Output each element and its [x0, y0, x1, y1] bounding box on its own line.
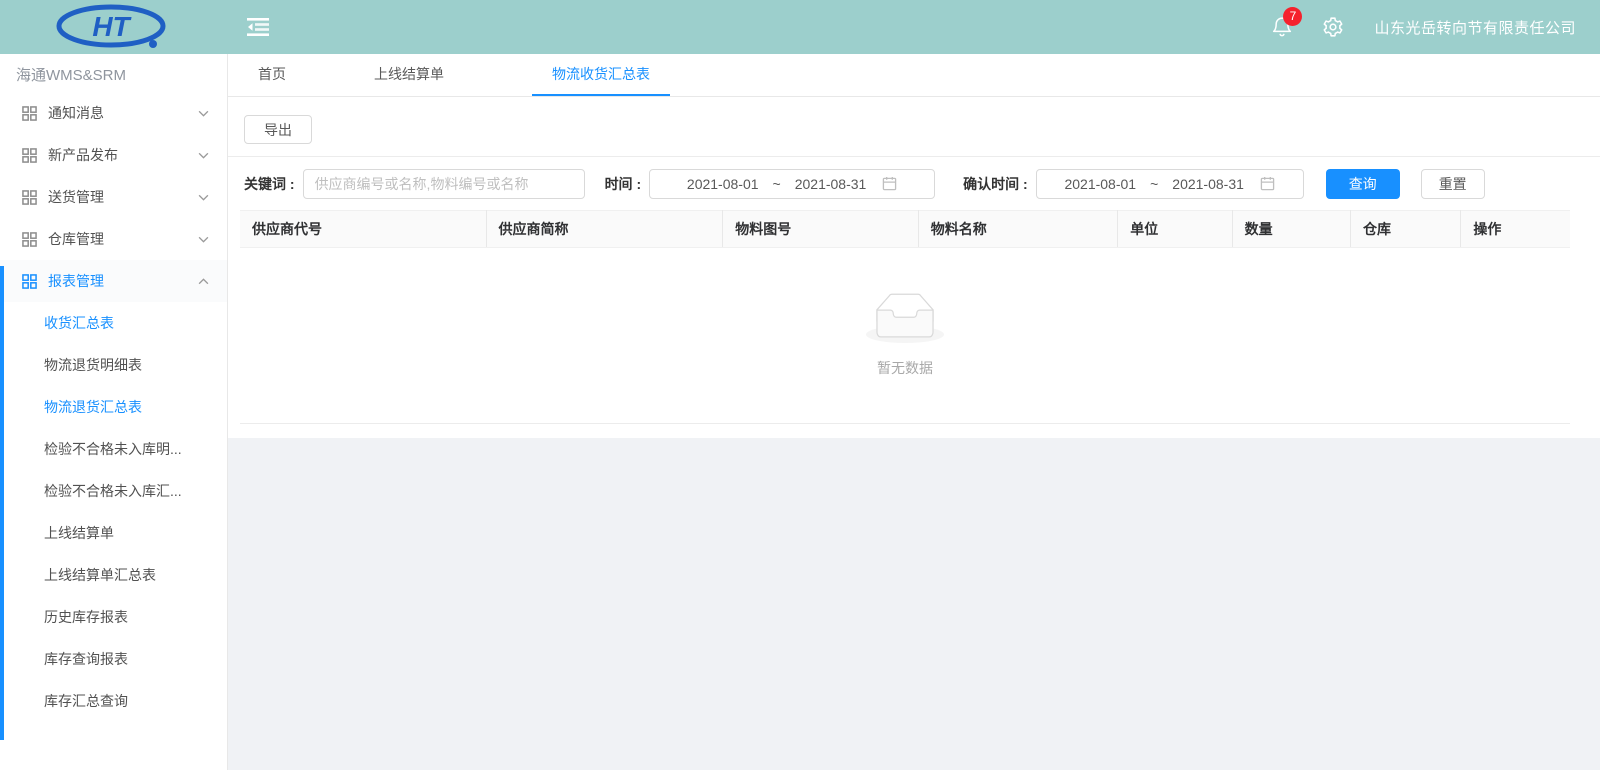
settings-button[interactable] — [1322, 16, 1344, 38]
confirm-start-value: 2021-08-01 — [1064, 176, 1136, 192]
empty-box-icon — [866, 293, 944, 348]
sidebar-subitem-return-summary[interactable]: 物流退货汇总表 — [0, 386, 227, 428]
notifications-button[interactable]: 7 — [1272, 15, 1292, 39]
time-label: 时间 : — [605, 174, 642, 194]
sidebar-item-delivery[interactable]: 送货管理 — [0, 176, 227, 218]
col-actions: 操作 — [1461, 211, 1570, 248]
calendar-icon — [1260, 176, 1275, 191]
col-unit: 单位 — [1118, 211, 1232, 248]
main-area: 首页 上线结算单 物流收货汇总表 导出 关键词 : 时间 : 2021-08-0… — [228, 54, 1600, 770]
reset-button[interactable]: 重置 — [1421, 169, 1485, 199]
bell-icon — [1272, 25, 1292, 42]
grid-icon — [22, 190, 37, 205]
sidebar-subitem-online-settlement-summary[interactable]: 上线结算单汇总表 — [0, 554, 227, 596]
sidebar-subitem-online-settlement[interactable]: 上线结算单 — [0, 512, 227, 554]
chevron-down-icon — [198, 152, 209, 159]
grid-icon — [22, 148, 37, 163]
sidebar-subitem-return-detail[interactable]: 物流退货明细表 — [0, 344, 227, 386]
app-title: 海通WMS&SRM — [16, 62, 227, 90]
sidebar-subitem-reject-detail[interactable]: 检验不合格未入库明... — [0, 428, 227, 470]
results-table: 供应商代号 供应商简称 物料图号 物料名称 单位 数量 仓库 操作 — [240, 210, 1570, 424]
confirm-end-value: 2021-08-31 — [1172, 176, 1244, 192]
confirm-time-label: 确认时间 : — [963, 174, 1028, 194]
tab-home[interactable]: 首页 — [258, 54, 286, 96]
sidebar: 海通WMS&SRM 通知消息 新产品发布 送货管理 仓库管理 报表管理 收货汇总… — [0, 54, 228, 770]
tab-online-settlement[interactable]: 上线结算单 — [374, 54, 444, 96]
sidebar-item-warehouse[interactable]: 仓库管理 — [0, 218, 227, 260]
content-card: 导出 关键词 : 时间 : 2021-08-01 ~ 2021-08-31 确认… — [228, 97, 1600, 438]
sidebar-item-reports[interactable]: 报表管理 — [0, 260, 227, 302]
sidebar-subitem-receipt-summary[interactable]: 收货汇总表 — [0, 302, 227, 344]
chevron-down-icon — [198, 194, 209, 201]
sidebar-item-notices[interactable]: 通知消息 — [0, 92, 227, 134]
range-separator: ~ — [1150, 176, 1158, 192]
company-name: 山东光岳转向节有限责任公司 — [1374, 17, 1576, 38]
col-warehouse: 仓库 — [1351, 211, 1461, 248]
keyword-label: 关键词 : — [244, 174, 295, 194]
sidebar-item-new-product[interactable]: 新产品发布 — [0, 134, 227, 176]
empty-state-text: 暂无数据 — [877, 358, 933, 378]
company-logo: HT — [52, 4, 170, 55]
col-material-drawing-no: 物料图号 — [723, 211, 919, 248]
notification-count-badge: 7 — [1283, 7, 1302, 26]
sidebar-subitem-history-inventory[interactable]: 历史库存报表 — [0, 596, 227, 638]
grid-icon — [22, 106, 37, 121]
empty-state: 暂无数据 — [240, 248, 1570, 424]
sidebar-collapse-icon[interactable] — [246, 17, 270, 37]
sidebar-subitem-reject-summary[interactable]: 检验不合格未入库汇... — [0, 470, 227, 512]
search-button[interactable]: 查询 — [1326, 169, 1400, 199]
range-separator: ~ — [773, 176, 781, 192]
filter-bar: 关键词 : 时间 : 2021-08-01 ~ 2021-08-31 确认时间 … — [228, 157, 1600, 210]
table-header-row: 供应商代号 供应商简称 物料图号 物料名称 单位 数量 仓库 操作 — [240, 211, 1570, 248]
grid-icon — [22, 274, 37, 289]
keyword-input[interactable] — [303, 169, 585, 199]
confirm-time-range-picker[interactable]: 2021-08-01 ~ 2021-08-31 — [1036, 169, 1304, 199]
active-section-indicator — [0, 266, 4, 740]
sidebar-subitem-inventory-query[interactable]: 库存查询报表 — [0, 638, 227, 680]
chevron-up-icon — [198, 278, 209, 285]
sidebar-subitem-inventory-summary[interactable]: 库存汇总查询 — [0, 680, 227, 722]
toolbar: 导出 — [228, 97, 1600, 157]
col-material-name: 物料名称 — [918, 211, 1118, 248]
gear-icon — [1322, 25, 1344, 42]
tab-logistics-receipt-summary[interactable]: 物流收货汇总表 — [532, 54, 670, 96]
col-quantity: 数量 — [1232, 211, 1350, 248]
app-header: HT 7 — [0, 0, 1600, 54]
export-button[interactable]: 导出 — [244, 115, 312, 144]
chevron-down-icon — [198, 236, 209, 243]
tab-bar: 首页 上线结算单 物流收货汇总表 — [228, 54, 1600, 97]
time-end-value: 2021-08-31 — [795, 176, 867, 192]
time-range-picker[interactable]: 2021-08-01 ~ 2021-08-31 — [649, 169, 935, 199]
chevron-down-icon — [198, 110, 209, 117]
svg-text:HT: HT — [92, 11, 132, 42]
col-supplier-name: 供应商简称 — [486, 211, 723, 248]
time-start-value: 2021-08-01 — [687, 176, 759, 192]
calendar-icon — [882, 176, 897, 191]
grid-icon — [22, 232, 37, 247]
col-supplier-code: 供应商代号 — [240, 211, 486, 248]
